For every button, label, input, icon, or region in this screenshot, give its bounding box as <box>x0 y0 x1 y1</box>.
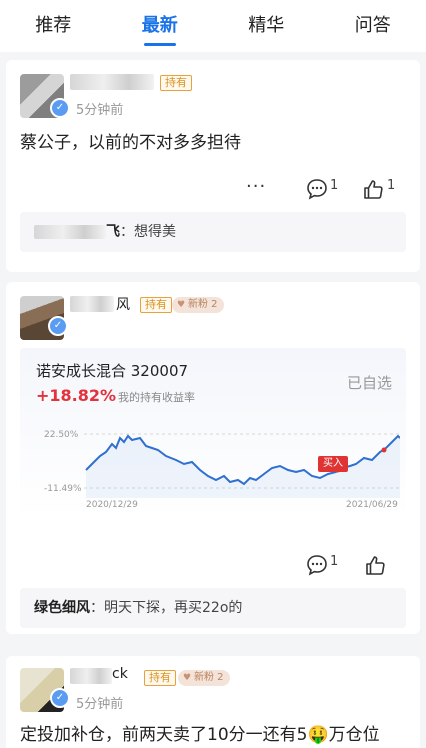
post-time: 5分钟前 <box>76 103 124 118</box>
y-bottom-label: -11.49% <box>44 484 82 494</box>
like-count: 1 <box>387 178 396 193</box>
comment-icon[interactable] <box>306 554 328 580</box>
username[interactable] <box>70 74 154 90</box>
tab-latest[interactable]: 最新 <box>107 0 214 52</box>
post-card[interactable]: ✓ 风 持有 新粉 2 诺安成长混合 320007 +18.82% 我的持有收益… <box>6 282 420 634</box>
post-content[interactable]: 定投加补仓，前两天卖了10分一还有5🤑万仓位 <box>20 720 380 745</box>
x-end-label: 2021/06/29 <box>346 500 398 510</box>
reply-preview[interactable]: 飞：想得美 <box>20 212 406 252</box>
fund-card[interactable]: 诺安成长混合 320007 +18.82% 我的持有收益率 已自选 22.50%… <box>20 348 406 518</box>
username-tail[interactable]: ck <box>112 666 128 682</box>
new-fan-badge: 新粉 2 <box>172 297 224 313</box>
reply-username-tail: 飞 <box>106 224 120 240</box>
holding-tag: 持有 <box>144 670 176 686</box>
fund-return: +18.82% <box>36 386 117 405</box>
fund-trend-chart <box>84 433 400 498</box>
post-card[interactable]: ✓ ck 持有 新粉 2 5分钟前 定投加补仓，前两天卖了10分一还有5🤑万仓位 <box>6 656 420 748</box>
fund-return-label: 我的持有收益率 <box>118 391 195 404</box>
fund-name: 诺安成长混合 320007 <box>36 362 189 380</box>
buy-marker: 买入 <box>318 456 348 472</box>
tab-bar: 推荐 最新 精华 问答 <box>0 0 426 52</box>
post-card[interactable]: ✓ 持有 5分钟前 蔡公子，以前的不对多多担待 ··· 1 1 飞：想得美 <box>6 60 420 272</box>
like-icon[interactable] <box>362 178 384 204</box>
comment-count: 1 <box>330 554 339 569</box>
comment-count: 1 <box>330 178 339 193</box>
tab-featured[interactable]: 精华 <box>213 0 320 52</box>
tab-qa[interactable]: 问答 <box>320 0 426 52</box>
comment-icon[interactable] <box>306 178 328 204</box>
verified-badge-icon: ✓ <box>50 98 70 118</box>
post-content[interactable]: 蔡公子，以前的不对多多担待 <box>20 128 241 153</box>
username[interactable] <box>70 296 114 312</box>
username-tail[interactable]: 风 <box>116 294 130 314</box>
holding-tag: 持有 <box>140 297 172 313</box>
y-top-label: 22.50% <box>44 430 79 440</box>
watchlist-status[interactable]: 已自选 <box>347 372 392 393</box>
reply-preview[interactable]: 绿色细风：明天下探，再买22o的 <box>20 588 406 628</box>
reply-text: ：想得美 <box>120 224 176 240</box>
x-start-label: 2020/12/29 <box>86 500 138 510</box>
more-icon[interactable]: ··· <box>246 176 266 197</box>
post-time: 5分钟前 <box>76 697 124 712</box>
username[interactable] <box>70 668 112 684</box>
reply-username[interactable]: 绿色细风 <box>34 600 90 616</box>
verified-badge-icon: ✓ <box>48 316 68 336</box>
reply-username <box>34 225 106 239</box>
new-fan-badge: 新粉 2 <box>178 670 230 686</box>
reply-text: ：明天下探，再买22o的 <box>90 600 243 616</box>
like-icon[interactable] <box>364 554 386 580</box>
verified-badge-icon: ✓ <box>50 688 70 708</box>
tab-recommend[interactable]: 推荐 <box>0 0 107 52</box>
holding-tag: 持有 <box>160 75 192 91</box>
